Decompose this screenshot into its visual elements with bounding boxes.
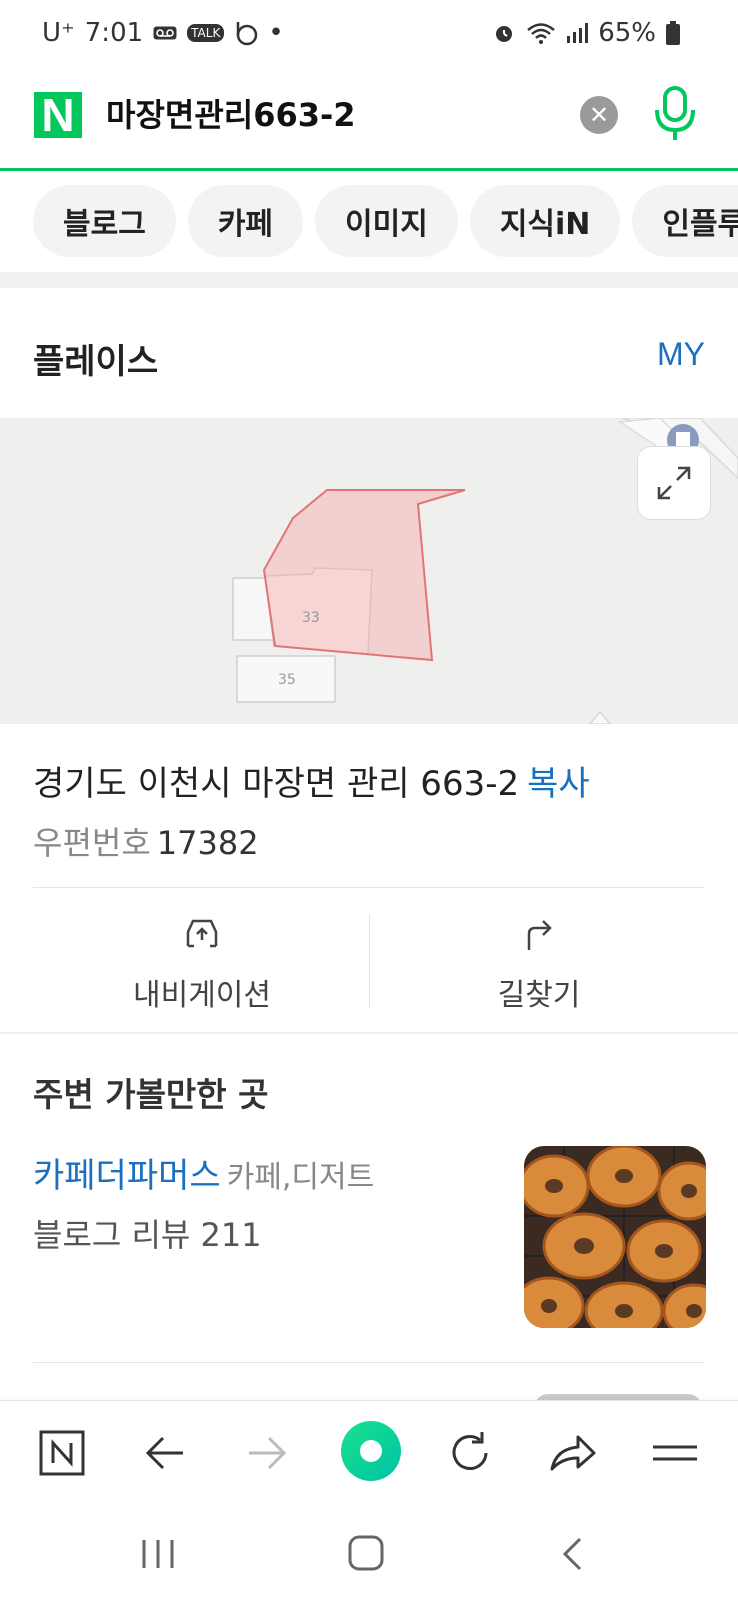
- my-places-link[interactable]: MY: [657, 336, 705, 373]
- divider: [33, 887, 705, 888]
- notification-dot: •: [268, 18, 284, 48]
- tab-influencer[interactable]: 인플루: [632, 185, 738, 257]
- voicemail-icon: [153, 26, 177, 40]
- status-right: 65%: [492, 18, 680, 48]
- expand-map-button[interactable]: [637, 446, 711, 520]
- green-dot-icon[interactable]: [337, 1417, 405, 1485]
- postal-code: 17382: [156, 824, 259, 862]
- microphone-icon[interactable]: [650, 84, 700, 144]
- car-navigation-icon: [180, 912, 224, 956]
- menu-icon[interactable]: [643, 1421, 707, 1485]
- battery-percent: 65%: [598, 18, 656, 48]
- postal-label: 우편번호: [33, 824, 151, 862]
- copy-address-link[interactable]: 복사: [527, 764, 590, 804]
- wifi-icon: [526, 21, 556, 45]
- b-app-icon: [234, 20, 258, 46]
- status-bar: U⁺ 7:01 TALK • 65%: [0, 0, 738, 74]
- directions-button[interactable]: 길찾기: [370, 912, 708, 1013]
- kakaotalk-icon: TALK: [187, 24, 225, 42]
- nearby-item-name[interactable]: 카페더파머스: [33, 1156, 221, 1196]
- place-section-title: 플레이스: [33, 342, 159, 382]
- expand-icon: [657, 466, 691, 500]
- nearby-item-thumbnail[interactable]: [524, 1146, 706, 1328]
- section-divider: [0, 1032, 738, 1034]
- tab-blog[interactable]: 블로그: [33, 185, 176, 257]
- address-line: 경기도 이천시 마장면 관리 663-2 복사: [33, 756, 590, 805]
- battery-icon: [666, 21, 680, 45]
- directions-label: 길찾기: [497, 978, 581, 1013]
- divider: [33, 1362, 705, 1363]
- nearby-section-title: 주변 가볼만한 곳: [33, 1075, 269, 1114]
- system-navigation-bar: [0, 1506, 738, 1600]
- back-arrow-icon[interactable]: [133, 1421, 197, 1485]
- postal-code-line: 우편번호 17382: [33, 818, 259, 864]
- tab-cafe[interactable]: 카페: [187, 185, 304, 257]
- clear-search-button[interactable]: ✕: [580, 96, 618, 134]
- tab-kin[interactable]: 지식iN: [469, 185, 621, 257]
- search-tabs: 블로그 카페 이미지 지식iN 인플루: [0, 170, 738, 270]
- alarm-icon: [492, 21, 516, 45]
- browser-toolbar: [0, 1400, 738, 1507]
- tab-image[interactable]: 이미지: [315, 185, 458, 257]
- directions-arrow-icon: [517, 912, 561, 956]
- recent-apps-icon[interactable]: [138, 1536, 178, 1576]
- nearby-item-category: 카페,디저트: [226, 1160, 375, 1195]
- search-bar: N 마장면관리663-2 ✕: [0, 74, 738, 171]
- navigation-label: 내비게이션: [133, 978, 271, 1013]
- nearby-item-name-line[interactable]: 카페더파머스 카페,디저트: [33, 1148, 374, 1197]
- address-text: 경기도 이천시 마장면 관리 663-2: [33, 764, 520, 804]
- forward-arrow-icon[interactable]: [235, 1421, 299, 1485]
- naver-home-icon[interactable]: [30, 1421, 94, 1485]
- naver-logo[interactable]: N: [34, 92, 82, 138]
- status-left: U⁺ 7:01 TALK •: [42, 18, 284, 48]
- nearby-item-review-count: 블로그 리뷰 211: [33, 1216, 262, 1254]
- search-input[interactable]: 마장면관리663-2: [106, 92, 356, 138]
- time-label: 7:01: [84, 18, 144, 48]
- parcel-map[interactable]: 33 35: [0, 418, 738, 724]
- back-icon[interactable]: [560, 1536, 584, 1576]
- parcel-label-35: 35: [278, 672, 296, 688]
- signal-icon: [566, 22, 589, 44]
- share-icon[interactable]: [541, 1421, 605, 1485]
- carrier-label: U⁺: [42, 18, 75, 48]
- parcel-label-33: 33: [302, 610, 320, 626]
- home-icon[interactable]: [347, 1534, 385, 1576]
- navigation-button[interactable]: 내비게이션: [33, 912, 371, 1013]
- refresh-icon[interactable]: [438, 1421, 502, 1485]
- section-divider: [0, 272, 738, 288]
